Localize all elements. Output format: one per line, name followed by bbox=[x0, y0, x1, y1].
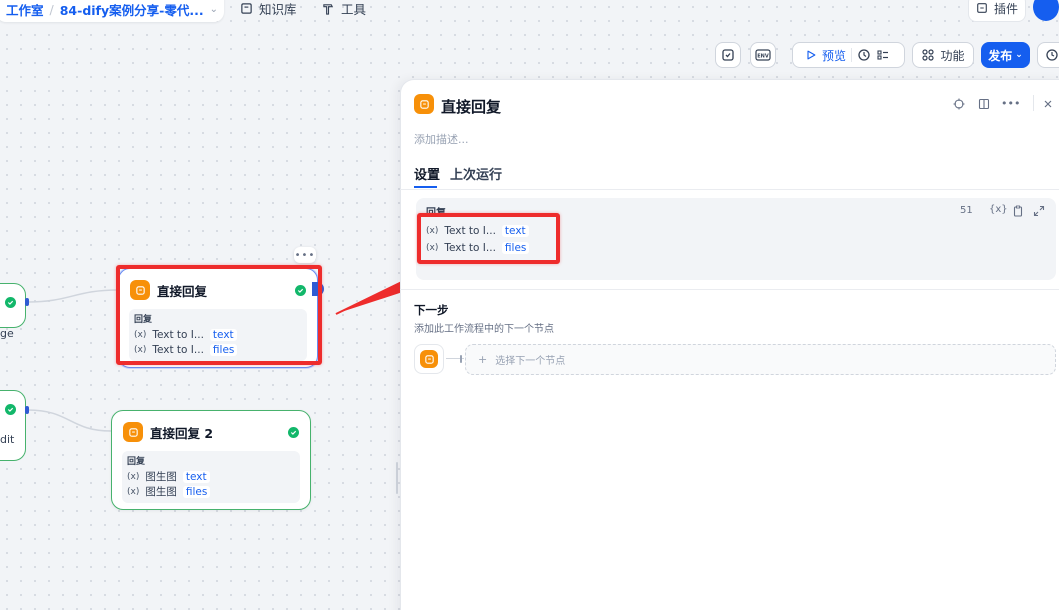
toolbar-divider bbox=[851, 48, 853, 62]
checklist-button[interactable] bbox=[715, 42, 741, 68]
edge-handle[interactable] bbox=[25, 298, 29, 306]
plugin-icon bbox=[977, 3, 987, 13]
tab-last-run[interactable]: 上次运行 bbox=[450, 164, 502, 183]
node-more-button[interactable]: ••• bbox=[294, 247, 316, 263]
close-icon[interactable] bbox=[1042, 98, 1054, 113]
tab-settings[interactable]: 设置 bbox=[414, 164, 440, 183]
upstream-node-top[interactable]: ge bbox=[0, 283, 26, 340]
variable-source: 图生图 bbox=[145, 471, 177, 483]
current-node-badge bbox=[414, 344, 444, 374]
answer-node-icon bbox=[420, 350, 438, 368]
edge-handle[interactable] bbox=[25, 406, 29, 414]
answer-node-icon bbox=[414, 94, 434, 114]
upstream-node-bottom[interactable]: dit bbox=[0, 390, 26, 461]
tab-active-indicator bbox=[414, 186, 437, 188]
annotation-box-editor bbox=[417, 213, 560, 264]
env-button[interactable]: ENV bbox=[750, 42, 776, 68]
next-step-connector-cap bbox=[460, 355, 462, 363]
answer-node-icon bbox=[123, 422, 143, 442]
answer-node-2[interactable]: 直接回复 2 回复 (x) 图生图 text (x) 图生图 files bbox=[111, 410, 311, 510]
features-icon bbox=[922, 49, 935, 61]
plus-icon: + bbox=[478, 353, 488, 366]
env-text: ENV bbox=[757, 54, 769, 60]
publish-button[interactable]: 发布 ⌄ bbox=[981, 42, 1030, 68]
plugins-label: 插件 bbox=[993, 1, 1018, 16]
preview-button[interactable]: 预览 bbox=[822, 47, 846, 64]
features-button[interactable]: 功能 bbox=[912, 42, 974, 68]
variable-row: (x) 图生图 text bbox=[127, 469, 295, 484]
docs-icon[interactable] bbox=[978, 98, 990, 113]
avatar[interactable] bbox=[1033, 0, 1059, 21]
locate-icon[interactable] bbox=[953, 98, 965, 113]
tabs-divider bbox=[400, 189, 1059, 190]
node-title: 直接回复 2 bbox=[150, 425, 214, 441]
annotation-box-node bbox=[116, 265, 322, 365]
chevron-down-icon: ⌄ bbox=[1015, 50, 1023, 60]
features-label: 功能 bbox=[940, 48, 965, 63]
char-count: 51 bbox=[960, 205, 973, 216]
expand-icon[interactable] bbox=[1033, 205, 1045, 220]
insert-variable-button[interactable]: {x} bbox=[989, 204, 1008, 215]
variable-source: 图生图 bbox=[145, 486, 177, 498]
success-check-icon bbox=[5, 297, 16, 308]
upstream-node-bottom-label: dit bbox=[0, 433, 15, 446]
list-icon[interactable] bbox=[876, 48, 890, 62]
section-divider bbox=[400, 289, 1059, 290]
variable-tag: files bbox=[182, 485, 211, 498]
publish-label: 发布 bbox=[988, 48, 1013, 63]
more-icon[interactable]: ••• bbox=[1001, 97, 1020, 110]
panel-resize-handle[interactable] bbox=[396, 462, 398, 494]
upstream-node-top-label: ge bbox=[0, 327, 14, 340]
annotation-arrow-head bbox=[335, 282, 400, 314]
preview-group: 预览 bbox=[792, 42, 905, 68]
variable-tag: text bbox=[182, 470, 210, 483]
success-check-icon bbox=[5, 404, 16, 415]
copy-icon[interactable] bbox=[1012, 205, 1024, 220]
checklist-icon bbox=[722, 49, 734, 61]
header-divider bbox=[1033, 95, 1034, 111]
history-icon bbox=[1046, 49, 1058, 61]
node-reply-box: 回复 (x) 图生图 text (x) 图生图 files bbox=[122, 451, 300, 503]
play-icon[interactable] bbox=[805, 49, 817, 61]
panel-title[interactable]: 直接回复 bbox=[441, 96, 501, 117]
env-icon: ENV bbox=[755, 49, 771, 61]
variable-row: (x) 图生图 files bbox=[127, 484, 295, 499]
reply-label: 回复 bbox=[127, 457, 146, 467]
select-next-node-button[interactable]: + 选择下一个节点 bbox=[465, 344, 1056, 375]
next-step-description: 添加此工作流程中的下一个节点 bbox=[414, 324, 554, 335]
version-history-button[interactable] bbox=[1037, 42, 1059, 68]
success-check-icon bbox=[288, 426, 299, 438]
plugins-button[interactable]: 插件 bbox=[968, 0, 1026, 22]
next-step-title: 下一步 bbox=[414, 303, 449, 317]
select-next-node-label: 选择下一个节点 bbox=[495, 356, 566, 367]
history-run-icon[interactable] bbox=[857, 48, 871, 62]
description-field[interactable]: 添加描述... bbox=[414, 131, 469, 147]
